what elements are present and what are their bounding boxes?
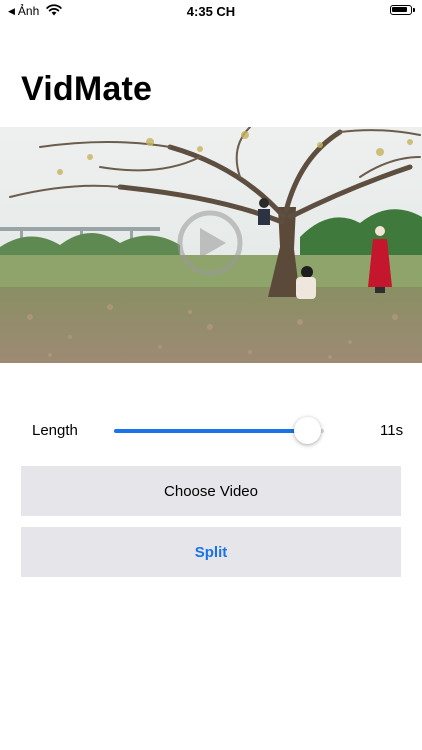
- length-row: Length 11s: [0, 412, 422, 448]
- status-bar: ◀ Ảnh 4:35 CH: [0, 0, 422, 24]
- length-slider[interactable]: [114, 417, 324, 444]
- battery-icon: [390, 5, 415, 15]
- choose-video-button[interactable]: Choose Video: [21, 466, 401, 516]
- length-value: 11s: [380, 422, 404, 439]
- status-time: 4:35 CH: [186, 4, 236, 19]
- slider-thumb[interactable]: [294, 417, 322, 444]
- page-title: VidMate: [21, 70, 153, 108]
- length-label: Length: [32, 422, 78, 439]
- split-button[interactable]: Split: [21, 527, 401, 577]
- video-thumbnail: [0, 127, 422, 363]
- video-preview[interactable]: [0, 127, 422, 363]
- slider-fill: [114, 429, 308, 433]
